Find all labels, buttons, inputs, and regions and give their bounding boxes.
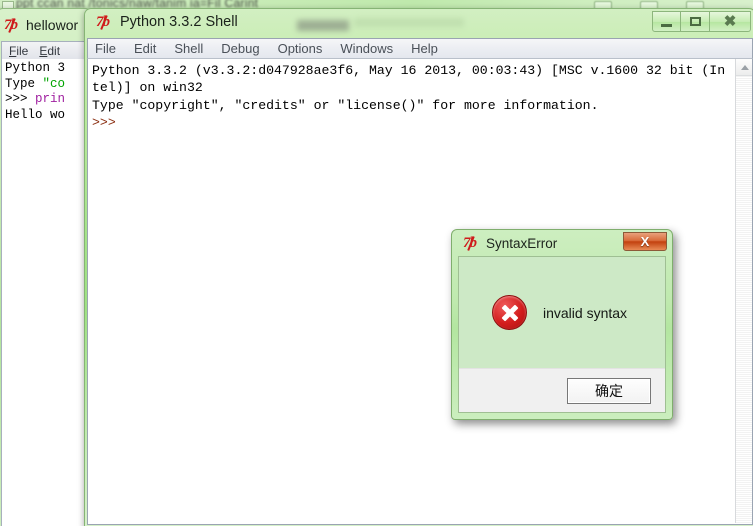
shell-titlebar[interactable]: 7b Python 3.3.2 Shell ✖ xyxy=(84,8,753,38)
shell-window-controls[interactable]: ✖ xyxy=(652,11,751,32)
dialog-message-area: invalid syntax xyxy=(459,257,665,368)
minimize-icon xyxy=(661,23,672,27)
editor-line-4: Hello wo xyxy=(5,107,66,122)
editor-line-2-string: "co xyxy=(42,76,66,91)
editor-menu-edit-rest: dit xyxy=(47,43,61,58)
error-x-icon xyxy=(492,295,527,330)
editor-line-3-code: prin xyxy=(35,92,66,106)
python-icon: 7b xyxy=(4,16,18,33)
shell-title-group: 7b Python 3.3.2 Shell xyxy=(96,14,238,30)
editor-menu-file-rest: ile xyxy=(16,43,29,58)
shell-menu-windows[interactable]: Windows xyxy=(340,41,404,56)
syntax-error-dialog[interactable]: 7b SyntaxError X invalid syntax 确定 xyxy=(451,229,673,420)
editor-title-text: hellowor xyxy=(26,17,79,33)
dialog-inner: invalid syntax 确定 xyxy=(458,256,666,413)
editor-menubar[interactable]: File Edit xyxy=(1,41,85,59)
redacted-title-region xyxy=(297,20,349,31)
shell-menubar[interactable]: File Edit Shell Debug Options Windows He… xyxy=(87,38,753,59)
editor-menu-edit[interactable]: Edit xyxy=(39,44,60,58)
editor-line-3-prompt: >>> xyxy=(5,92,36,106)
shell-menu-debug[interactable]: Debug xyxy=(221,41,270,56)
console-line-2: tel)] on win32 xyxy=(92,80,203,96)
python-icon: 7b xyxy=(96,13,110,30)
shell-menu-shell[interactable]: Shell xyxy=(174,41,214,56)
shell-console-text: Python 3.3.2 (v3.3.2:d047928ae3f6, May 1… xyxy=(92,62,732,132)
shell-menu-options[interactable]: Options xyxy=(278,41,334,56)
ok-button[interactable]: 确定 xyxy=(567,378,651,404)
editor-line-2: Type "co xyxy=(5,77,84,93)
editor-text-area[interactable]: Python 3 Type "co >>> prin Hello wo xyxy=(1,59,85,526)
close-icon: X xyxy=(640,234,650,249)
dialog-button-area: 确定 xyxy=(459,368,665,412)
dialog-message-text: invalid syntax xyxy=(543,304,628,321)
shell-menu-file[interactable]: File xyxy=(95,41,127,56)
editor-line-1: Python 3 xyxy=(5,61,66,75)
scroll-up-icon[interactable] xyxy=(736,59,752,76)
console-scrollbar[interactable] xyxy=(735,59,752,523)
editor-line-3: >>> prin xyxy=(5,92,84,108)
console-prompt: >>> xyxy=(92,115,116,131)
maximize-icon xyxy=(689,17,701,26)
minimize-button[interactable] xyxy=(652,11,681,32)
shell-title-text: Python 3.3.2 Shell xyxy=(120,14,238,30)
dialog-title-text: SyntaxError xyxy=(486,236,558,251)
redacted-title-region-2 xyxy=(354,18,464,27)
close-button[interactable]: ✖ xyxy=(710,11,751,32)
dialog-titlebar[interactable]: 7b SyntaxError xyxy=(463,235,558,252)
console-line-3: Type "copyright", "credits" or "license(… xyxy=(92,97,599,113)
editor-menu-file[interactable]: File xyxy=(9,44,28,58)
console-line-1: Python 3.3.2 (v3.3.2:d047928ae3f6, May 1… xyxy=(92,63,726,78)
close-icon: ✖ xyxy=(723,13,737,30)
shell-menu-edit[interactable]: Edit xyxy=(134,41,167,56)
shell-menu-help[interactable]: Help xyxy=(411,41,449,56)
maximize-button[interactable] xyxy=(681,11,710,32)
desktop-root: ppt ccan nat /tonics/naw/tanim ia=Fil Ca… xyxy=(0,0,753,526)
editor-line-2-prefix: Type xyxy=(5,76,43,91)
editor-titlebar[interactable]: 7b hellowor xyxy=(4,15,90,35)
dialog-close-button[interactable]: X xyxy=(623,232,667,251)
python-icon: 7b xyxy=(463,235,477,251)
editor-window[interactable]: 7b hellowor File Edit Python 3 Type "co … xyxy=(0,8,92,526)
